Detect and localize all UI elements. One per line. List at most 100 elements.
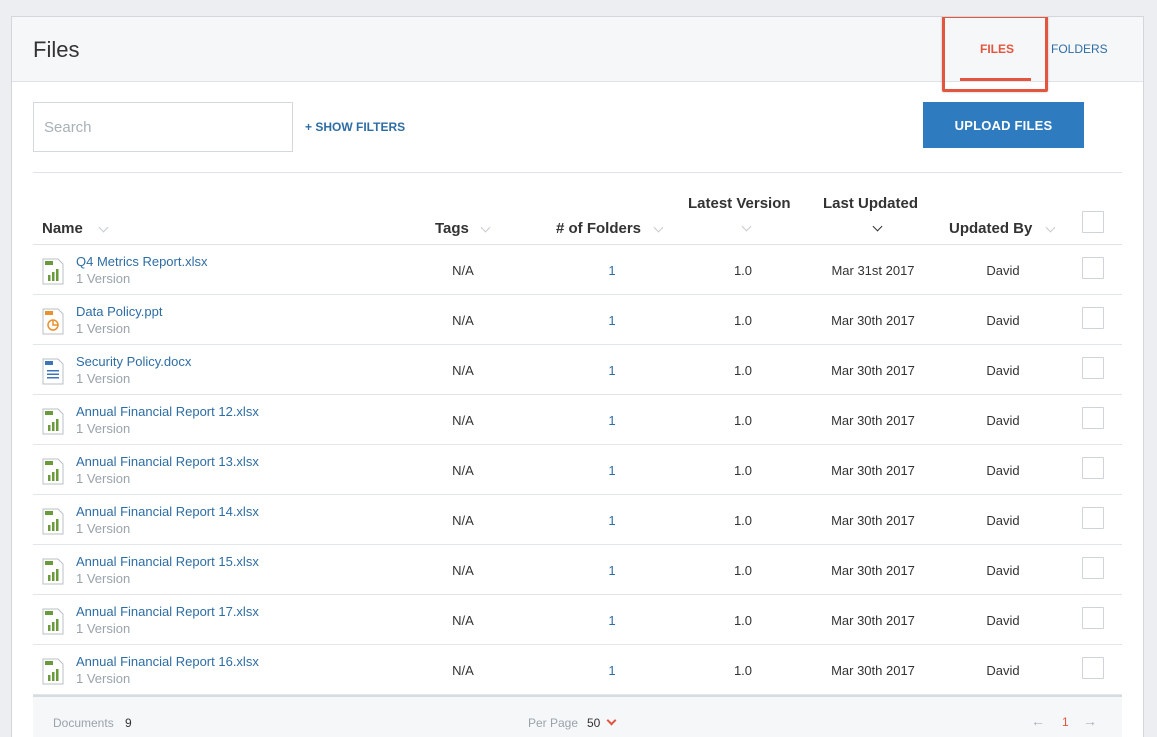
- chevron-down-icon[interactable]: [741, 221, 752, 232]
- file-version-count: 1 Version: [76, 521, 131, 536]
- column-header-folders[interactable]: # of Folders: [556, 220, 641, 237]
- file-folder-count-link[interactable]: 1: [573, 313, 651, 328]
- file-updated-by: David: [986, 563, 1020, 578]
- file-latest-version: 1.0: [733, 463, 753, 478]
- file-folder-count-link[interactable]: 1: [573, 363, 651, 378]
- file-name-link[interactable]: Annual Financial Report 16.xlsx: [76, 654, 259, 669]
- file-name-link[interactable]: Annual Financial Report 15.xlsx: [76, 554, 259, 569]
- file-name-link[interactable]: Q4 Metrics Report.xlsx: [76, 254, 207, 269]
- row-select-checkbox[interactable]: [1082, 357, 1104, 379]
- row-select-checkbox[interactable]: [1082, 257, 1104, 279]
- upload-files-button[interactable]: UPLOAD FILES: [923, 102, 1084, 148]
- presentation-file-icon: [42, 308, 64, 335]
- file-folder-count-link[interactable]: 1: [573, 663, 651, 678]
- row-select-checkbox[interactable]: [1082, 607, 1104, 629]
- chevron-down-icon[interactable]: [1045, 222, 1056, 233]
- file-latest-version: 1.0: [733, 513, 753, 528]
- page-title: Files: [33, 37, 80, 62]
- row-select-checkbox[interactable]: [1082, 407, 1104, 429]
- file-version-count: 1 Version: [76, 371, 131, 386]
- row-select-checkbox[interactable]: [1082, 557, 1104, 579]
- document-file-icon: [42, 358, 64, 385]
- column-header-updated-by[interactable]: Updated By: [949, 220, 1032, 237]
- active-tab-underline: [960, 78, 1031, 81]
- chevron-down-icon[interactable]: [480, 222, 491, 233]
- spreadsheet-file-icon: [42, 458, 64, 485]
- row-select-checkbox[interactable]: [1082, 657, 1104, 679]
- file-name-link[interactable]: Security Policy.docx: [76, 354, 191, 369]
- file-updated-by: David: [986, 263, 1020, 278]
- file-tags: N/A: [452, 313, 474, 328]
- file-updated-by: David: [986, 363, 1020, 378]
- prev-page-arrow-icon[interactable]: ←: [1031, 713, 1045, 729]
- chevron-down-icon[interactable]: [606, 715, 617, 726]
- column-header-tags[interactable]: Tags: [435, 220, 469, 237]
- panel-header: Files FILES FOLDERS: [12, 17, 1143, 92]
- file-last-updated: Mar 31st 2017: [831, 263, 915, 278]
- file-folder-count-link[interactable]: 1: [573, 613, 651, 628]
- file-last-updated: Mar 30th 2017: [831, 663, 915, 678]
- documents-label: Documents: [53, 716, 114, 730]
- file-name-link[interactable]: Annual Financial Report 12.xlsx: [76, 404, 259, 419]
- table-row[interactable]: Q4 Metrics Report.xlsx 1 Version N/A 1 1.0 Ma…: [33, 245, 1122, 295]
- file-latest-version: 1.0: [733, 613, 753, 628]
- file-name-link[interactable]: Annual Financial Report 14.xlsx: [76, 504, 259, 519]
- spreadsheet-file-icon: [42, 558, 64, 585]
- next-page-arrow-icon[interactable]: →: [1083, 713, 1097, 729]
- table-row[interactable]: Annual Financial Report 13.xlsx 1 Version…: [33, 445, 1122, 495]
- spreadsheet-file-icon: [42, 408, 64, 435]
- table-footer: Documents 9 Per Page 50 ← 1 →: [33, 695, 1122, 737]
- file-version-count: 1 Version: [76, 671, 131, 686]
- file-folder-count-link[interactable]: 1: [573, 563, 651, 578]
- file-tags: N/A: [452, 263, 474, 278]
- file-updated-by: David: [986, 513, 1020, 528]
- select-all-checkbox[interactable]: [1082, 211, 1104, 233]
- file-folder-count-link[interactable]: 1: [573, 263, 651, 278]
- table-row[interactable]: Data Policy.ppt 1 Version N/A 1 1.0 Mar 30th …: [33, 295, 1122, 345]
- file-name-link[interactable]: Annual Financial Report 17.xlsx: [76, 604, 259, 619]
- column-header-latest-version[interactable]: Latest Version: [688, 195, 791, 212]
- file-last-updated: Mar 30th 2017: [831, 313, 915, 328]
- table-row[interactable]: Annual Financial Report 16.xlsx 1 Version…: [33, 645, 1122, 695]
- file-last-updated: Mar 30th 2017: [831, 363, 915, 378]
- chevron-down-icon[interactable]: [653, 222, 664, 233]
- file-name-link[interactable]: Annual Financial Report 13.xlsx: [76, 454, 259, 469]
- file-latest-version: 1.0: [733, 263, 753, 278]
- per-page-value[interactable]: 50: [587, 716, 600, 730]
- table-row[interactable]: Annual Financial Report 15.xlsx 1 Version…: [33, 545, 1122, 595]
- row-select-checkbox[interactable]: [1082, 307, 1104, 329]
- spreadsheet-file-icon: [42, 608, 64, 635]
- table-row[interactable]: Annual Financial Report 14.xlsx 1 Version…: [33, 495, 1122, 545]
- row-select-checkbox[interactable]: [1082, 507, 1104, 529]
- table-row[interactable]: Security Policy.docx 1 Version N/A 1 1.0 Mar …: [33, 345, 1122, 395]
- documents-count: 9: [125, 716, 132, 730]
- show-filters-link[interactable]: + SHOW FILTERS: [305, 120, 405, 134]
- search-input[interactable]: [33, 102, 293, 152]
- row-select-checkbox[interactable]: [1082, 457, 1104, 479]
- file-updated-by: David: [986, 613, 1020, 628]
- chevron-down-icon[interactable]: [872, 221, 883, 232]
- file-version-count: 1 Version: [76, 621, 131, 636]
- file-name-link[interactable]: Data Policy.ppt: [76, 304, 162, 319]
- per-page-label: Per Page: [528, 716, 579, 730]
- toolbar-divider: [33, 172, 1122, 173]
- column-header-name[interactable]: Name: [42, 220, 83, 237]
- file-last-updated: Mar 30th 2017: [831, 513, 915, 528]
- file-version-count: 1 Version: [76, 321, 131, 336]
- file-folder-count-link[interactable]: 1: [573, 413, 651, 428]
- table-row[interactable]: Annual Financial Report 12.xlsx 1 Version…: [33, 395, 1122, 445]
- file-folder-count-link[interactable]: 1: [573, 463, 651, 478]
- file-latest-version: 1.0: [733, 563, 753, 578]
- current-page-number[interactable]: 1: [1062, 715, 1069, 729]
- table-row[interactable]: Annual Financial Report 17.xlsx 1 Version…: [33, 595, 1122, 645]
- column-header-last-updated[interactable]: Last Updated: [823, 195, 918, 212]
- file-folder-count-link[interactable]: 1: [573, 513, 651, 528]
- tab-files[interactable]: FILES: [980, 42, 1014, 56]
- file-tags: N/A: [452, 413, 474, 428]
- file-latest-version: 1.0: [733, 313, 753, 328]
- file-last-updated: Mar 30th 2017: [831, 463, 915, 478]
- chevron-down-icon[interactable]: [98, 222, 109, 233]
- tab-folders[interactable]: FOLDERS: [1051, 42, 1108, 56]
- file-version-count: 1 Version: [76, 471, 131, 486]
- file-last-updated: Mar 30th 2017: [831, 413, 915, 428]
